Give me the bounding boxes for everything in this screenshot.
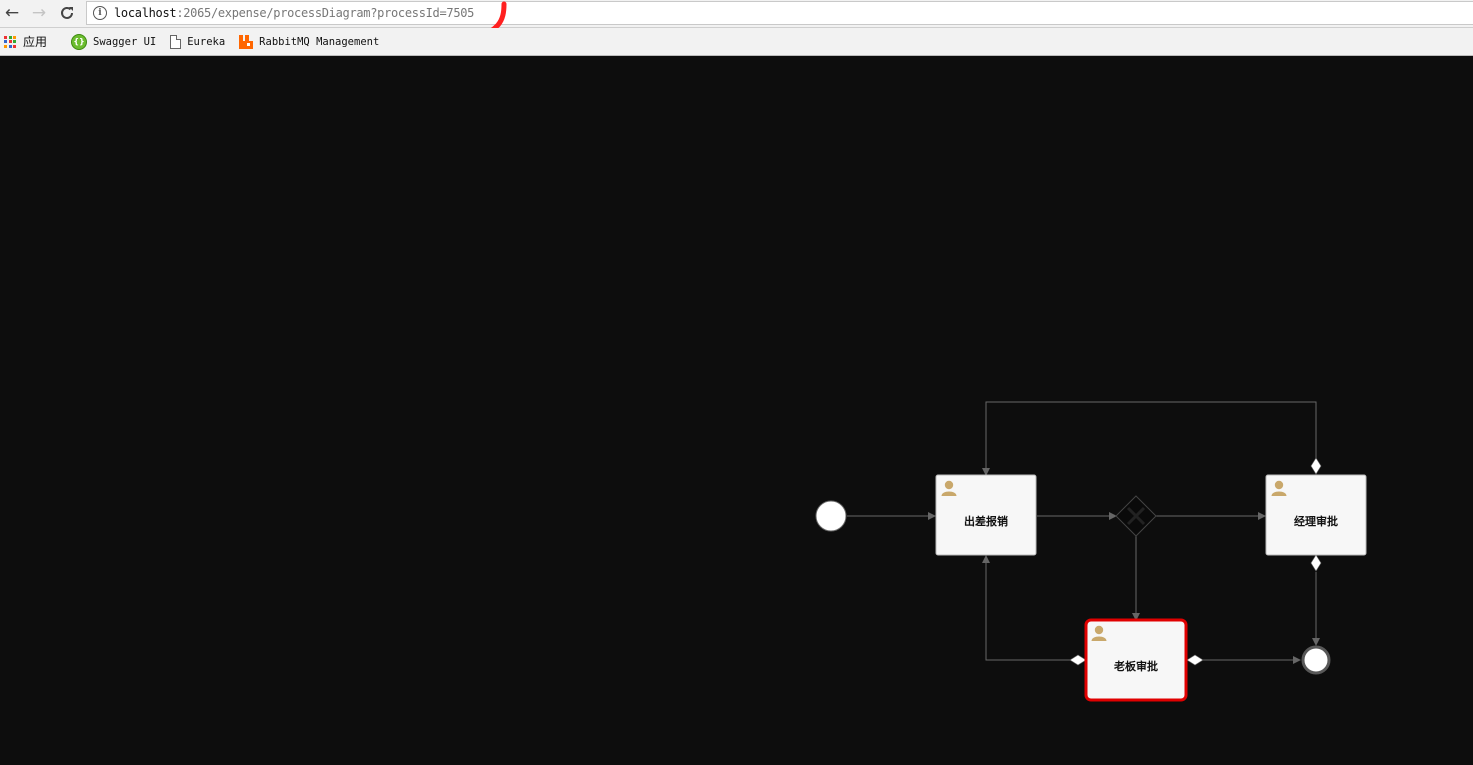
bookmark-label: Eureka bbox=[187, 35, 226, 48]
swagger-icon: {} bbox=[71, 33, 88, 50]
bookmark-label: 应用 bbox=[23, 35, 48, 49]
flow-manager-to-submit bbox=[982, 401, 1317, 476]
address-bar[interactable]: i localhost:2065/expense/processDiagram?… bbox=[86, 1, 1473, 25]
start-event[interactable] bbox=[815, 500, 847, 532]
exclusive-gateway[interactable] bbox=[1115, 495, 1157, 537]
url-host: localhost bbox=[114, 6, 177, 20]
task-label: 出差报销 bbox=[964, 514, 1008, 528]
rabbitmq-icon bbox=[239, 34, 254, 49]
conditional-diamond bbox=[1069, 654, 1087, 666]
conditional-diamond bbox=[1186, 654, 1204, 666]
page-icon bbox=[170, 34, 182, 49]
conditional-diamond bbox=[1310, 457, 1322, 475]
bookmark-eureka[interactable]: Eureka bbox=[170, 34, 226, 49]
task-label: 老板审批 bbox=[1113, 659, 1158, 673]
task-manager-approval[interactable]: 经理审批 bbox=[1265, 474, 1367, 556]
apps-grid-icon bbox=[4, 35, 16, 48]
process-diagram: 出差报销 经理审批 老板审批 bbox=[815, 401, 1367, 702]
url-text: localhost:2065/expense/processDiagram?pr… bbox=[114, 6, 474, 20]
info-icon[interactable]: i bbox=[93, 6, 107, 20]
back-button[interactable]: ← bbox=[2, 3, 22, 23]
url-path: :2065/expense/processDiagram?processId=7… bbox=[176, 6, 475, 20]
reload-button[interactable] bbox=[57, 3, 77, 23]
bookmark-apps[interactable]: 应用 bbox=[0, 33, 57, 50]
reload-icon bbox=[61, 6, 73, 19]
flow-boss-to-submit bbox=[982, 555, 1070, 661]
bookmarks-bar: 应用 {} Swagger UI Eureka RabbitMQ Managem… bbox=[0, 28, 1473, 56]
task-submit-expense[interactable]: 出差报销 bbox=[935, 474, 1037, 556]
bookmark-rabbitmq[interactable]: RabbitMQ Management bbox=[239, 34, 380, 49]
forward-button[interactable]: → bbox=[29, 3, 49, 23]
browser-toolbar: ← → i localhost:2065/expense/processDiag… bbox=[0, 0, 1473, 28]
arrow-right-icon: → bbox=[31, 3, 47, 23]
bookmark-label: RabbitMQ Management bbox=[259, 35, 380, 48]
end-event[interactable] bbox=[1301, 645, 1331, 675]
bookmark-swagger[interactable]: {} Swagger UI bbox=[71, 33, 157, 50]
task-label: 经理审批 bbox=[1294, 514, 1338, 528]
arrow-left-icon: ← bbox=[4, 3, 20, 23]
task-boss-approval[interactable]: 老板审批 bbox=[1084, 618, 1188, 702]
bookmark-label: Swagger UI bbox=[93, 35, 157, 48]
conditional-diamond bbox=[1310, 554, 1322, 572]
